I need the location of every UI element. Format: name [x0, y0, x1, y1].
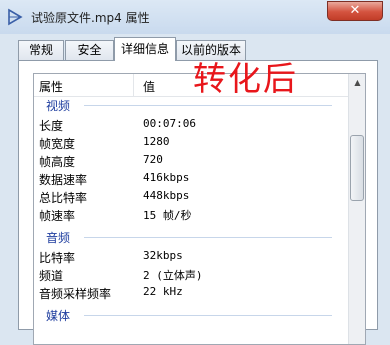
group-divider: [84, 105, 332, 106]
group-label: 媒体: [46, 309, 71, 323]
property-name: 数据速率: [39, 173, 88, 187]
property-name: 长度: [39, 119, 64, 133]
vertical-scrollbar[interactable]: ▲: [348, 74, 365, 344]
group-label: 视频: [46, 99, 71, 113]
property-value: 2 (立体声): [143, 269, 203, 282]
list-header: 属性 值: [34, 74, 348, 97]
property-value: 15 帧/秒: [143, 209, 192, 222]
property-value: 1280: [143, 135, 170, 148]
property-name: 音频采样频率: [39, 287, 112, 301]
property-name: 总比特率: [39, 191, 88, 205]
group-divider: [84, 237, 332, 238]
property-value: 448kbps: [143, 189, 190, 202]
property-name: 比特率: [39, 251, 76, 265]
window-title: 试验原文件.mp4 属性: [31, 11, 150, 25]
property-name: 帧宽度: [39, 137, 76, 151]
scroll-up-arrow-icon[interactable]: ▲: [349, 74, 365, 91]
overlay-caption: 转化后: [193, 59, 298, 98]
group-media: 媒体: [34, 307, 348, 323]
close-button[interactable]: ✕: [327, 1, 383, 21]
list-item[interactable]: 比特率 32kbps: [34, 249, 348, 266]
tab-details[interactable]: 详细信息: [114, 37, 176, 61]
tab-general[interactable]: 常规: [18, 40, 64, 60]
list-item[interactable]: 总比特率 448kbps: [34, 189, 348, 206]
header-property[interactable]: 属性: [39, 78, 63, 95]
property-value: 22 kHz: [143, 285, 183, 298]
list-item[interactable]: 帧高度 720: [34, 153, 348, 170]
tab-security[interactable]: 安全: [65, 40, 114, 60]
title-bar: 试验原文件.mp4 属性 ✕: [0, 0, 390, 34]
property-value: 720: [143, 153, 163, 166]
list-item[interactable]: 帧速率 15 帧/秒: [34, 207, 348, 224]
column-divider[interactable]: [133, 74, 134, 96]
property-value: 32kbps: [143, 249, 183, 262]
group-label: 音频: [46, 231, 71, 245]
list-item[interactable]: 音频采样频率 22 kHz: [34, 285, 348, 302]
property-name: 帧高度: [39, 155, 76, 169]
details-panel: 属性 值 视频 长度 00:07:06 帧宽度 1280 帧高度 720 数据速…: [18, 60, 378, 345]
property-value: 416kbps: [143, 171, 190, 184]
list-item[interactable]: 频道 2 (立体声): [34, 267, 348, 284]
list-item[interactable]: 长度 00:07:06: [34, 117, 348, 134]
media-file-icon: [8, 8, 23, 26]
property-value: 00:07:06: [143, 117, 196, 130]
list-item[interactable]: 帧宽度 1280: [34, 135, 348, 152]
property-name: 频道: [39, 269, 64, 283]
list-item[interactable]: 数据速率 416kbps: [34, 171, 348, 188]
group-video: 视频: [34, 97, 348, 113]
property-name: 帧速率: [39, 209, 76, 223]
header-value[interactable]: 值: [143, 78, 155, 95]
group-audio: 音频: [34, 229, 348, 245]
group-divider: [84, 315, 332, 316]
property-list[interactable]: 属性 值 视频 长度 00:07:06 帧宽度 1280 帧高度 720 数据速…: [33, 73, 366, 345]
scroll-thumb[interactable]: [350, 135, 364, 201]
